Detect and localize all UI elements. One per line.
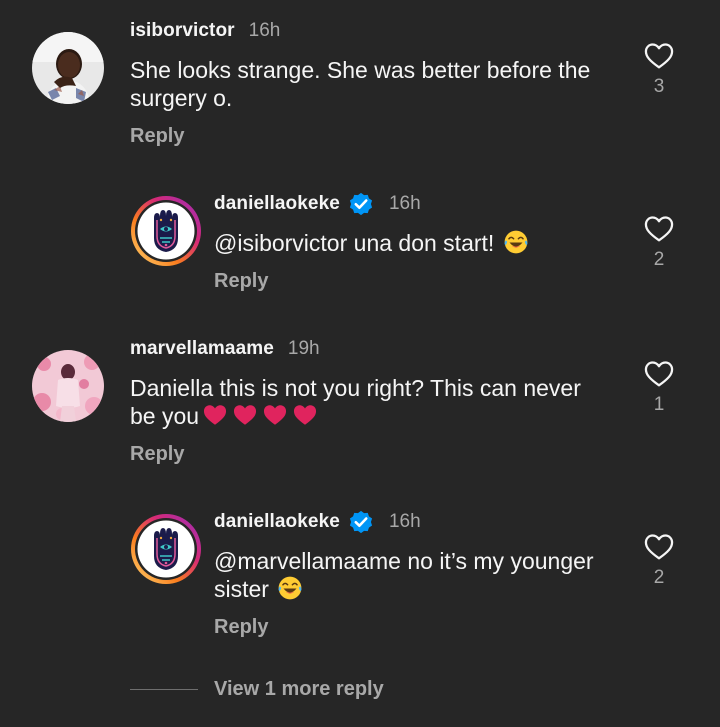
tears-of-joy-emoji-icon (503, 229, 529, 255)
like-button[interactable]: 1 (641, 358, 677, 416)
avatar[interactable] (32, 32, 104, 104)
timestamp: 16h (388, 511, 421, 532)
comment-meta: daniellaokeke 16h (214, 509, 421, 535)
avatar[interactable] (130, 195, 202, 267)
timestamp: 16h (388, 193, 421, 214)
username[interactable]: isiborvictor (130, 20, 235, 42)
comment-meta: daniellaokeke 16h (214, 191, 421, 217)
username[interactable]: daniellaokeke (214, 193, 340, 215)
red-heart-emoji-icon (231, 402, 259, 428)
like-count: 1 (653, 394, 665, 415)
reply-button[interactable]: Reply (130, 125, 184, 148)
view-more-label: View 1 more reply (214, 678, 384, 700)
username[interactable]: daniellaokeke (214, 511, 340, 533)
heart-icon (642, 213, 676, 245)
timestamp: 16h (248, 20, 281, 41)
hamsa-hand-avatar (130, 513, 202, 585)
pink-floral-photo-avatar (32, 350, 104, 422)
comment-meta: marvellamaame 19h (130, 336, 320, 362)
heart-icon (642, 531, 676, 563)
comment-meta: isiborvictor 16h (130, 18, 280, 44)
like-count: 3 (653, 76, 665, 97)
comment-text: Daniella this is not you right? This can… (130, 375, 581, 429)
verified-badge-icon (347, 190, 375, 218)
comment-text: @marvellamaame no it’s my younger sister (214, 548, 594, 602)
avatar[interactable] (32, 350, 104, 422)
reply-button[interactable]: Reply (214, 616, 268, 639)
user-photo-avatar (32, 32, 104, 104)
divider-line (130, 689, 198, 690)
heart-icon (642, 40, 676, 72)
like-button[interactable]: 3 (641, 40, 677, 98)
red-heart-emoji-icon (261, 402, 289, 428)
timestamp: 19h (287, 338, 320, 359)
username[interactable]: marvellamaame (130, 338, 274, 360)
like-count: 2 (653, 249, 665, 270)
verified-badge-icon (347, 508, 375, 536)
like-button[interactable]: 2 (641, 531, 677, 589)
avatar[interactable] (130, 513, 202, 585)
comment-text: She looks strange. She was better before… (130, 57, 591, 111)
hamsa-hand-avatar (130, 195, 202, 267)
view-more-replies[interactable]: View 1 more reply (130, 678, 384, 701)
reply-button[interactable]: Reply (214, 270, 268, 293)
like-count: 2 (653, 567, 665, 588)
red-heart-emoji-icon (291, 402, 319, 428)
red-heart-emoji-icon (201, 402, 229, 428)
like-button[interactable]: 2 (641, 213, 677, 271)
reply-button[interactable]: Reply (130, 443, 184, 466)
comment-text: @isiborvictor una don start! (214, 229, 529, 257)
tears-of-joy-emoji-icon (277, 575, 303, 601)
heart-icon (642, 358, 676, 390)
